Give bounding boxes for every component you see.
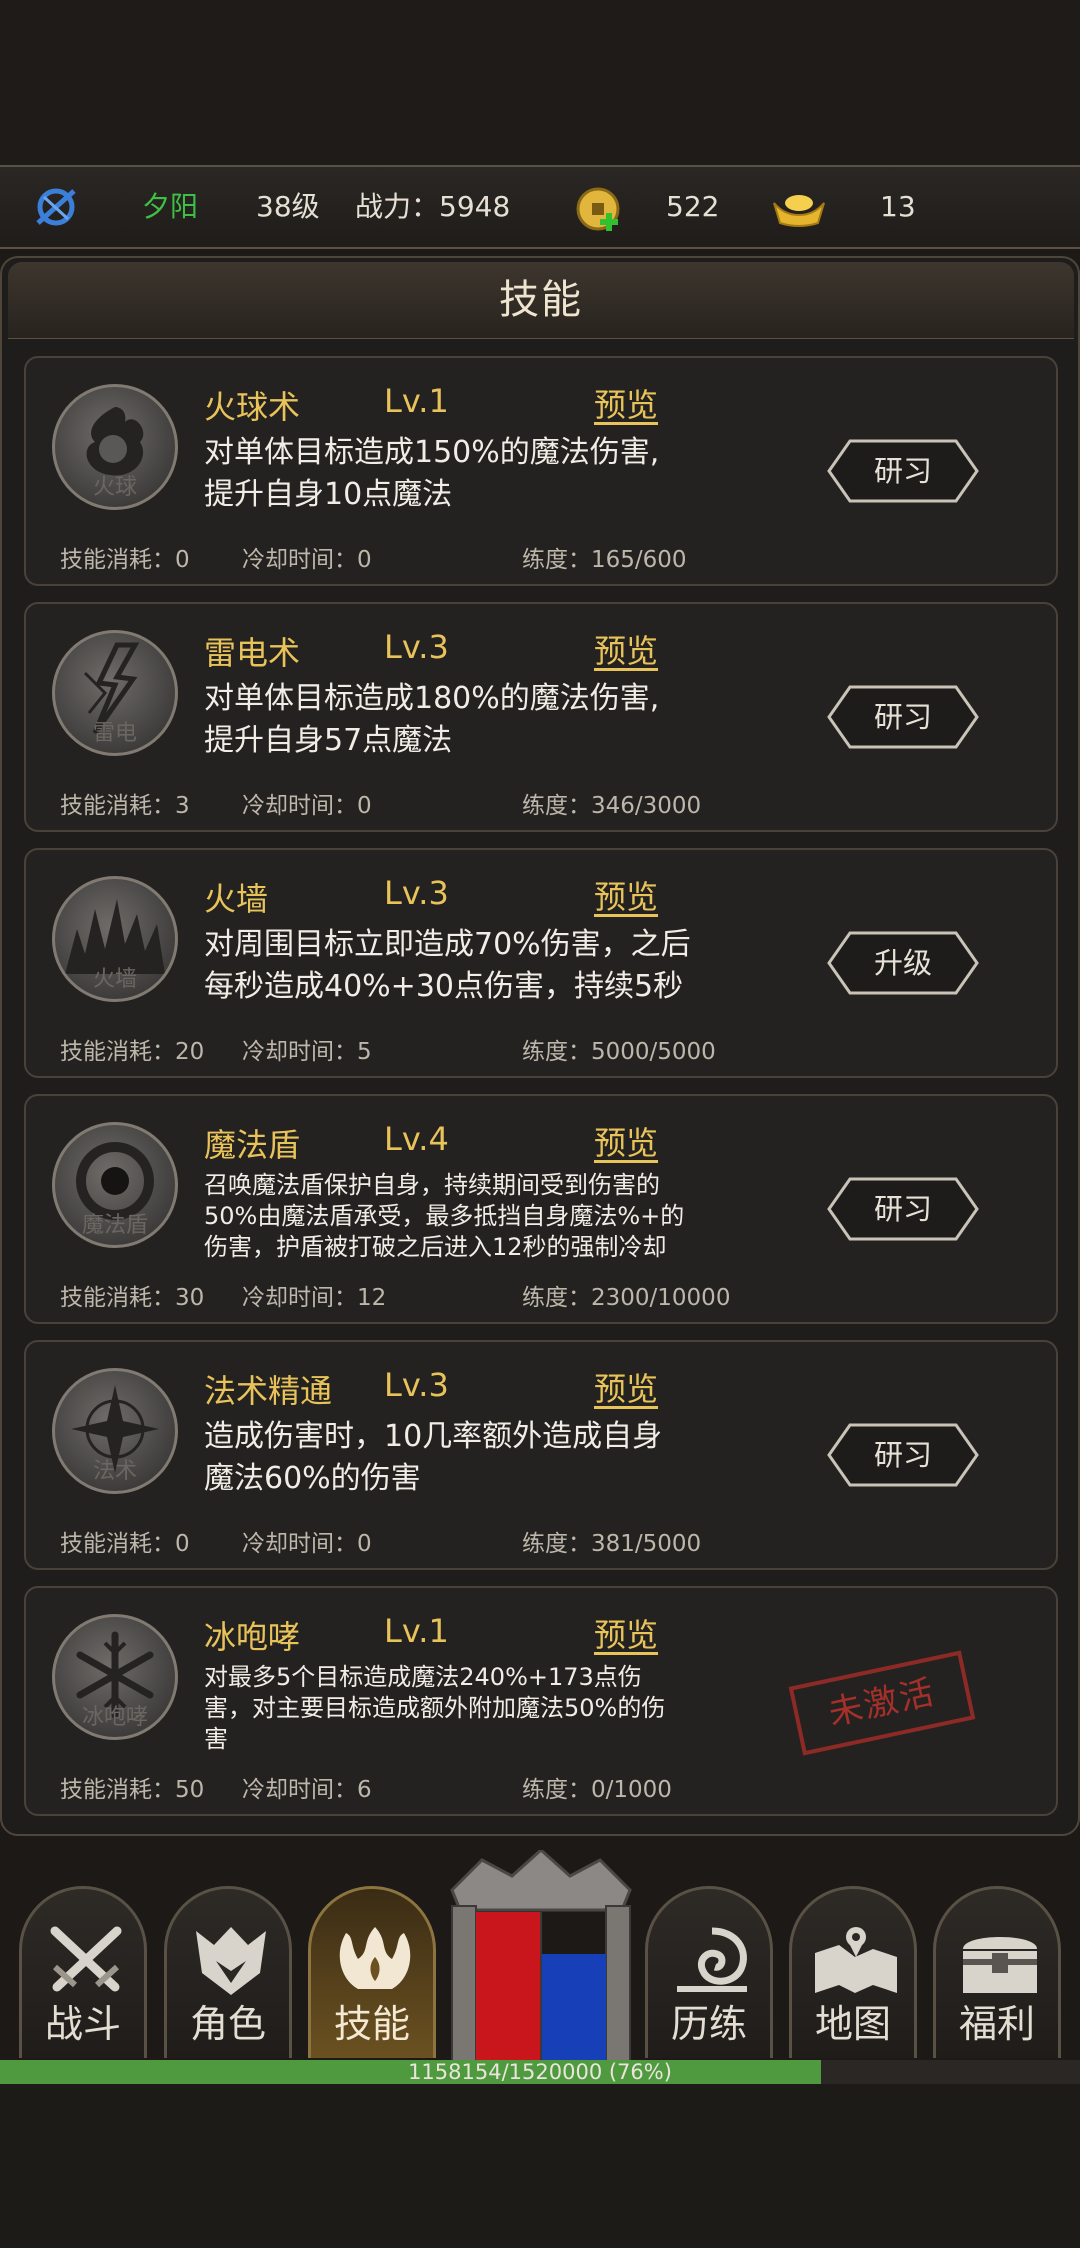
skill-cost: 技能消耗：3: [60, 793, 190, 819]
helmet-icon: [196, 1927, 266, 1995]
skill-cost: 技能消耗：0: [60, 1531, 190, 1557]
skill-card-ice-roar[interactable]: 冰咆哮 冰咆哮 Lv.1 预览 对最多5个目标造成魔法240%+173点伤 害，…: [24, 1586, 1058, 1816]
skill-description: 对单体目标造成150%的魔法伤害, 提升自身10点魔法: [204, 435, 660, 512]
skill-card-lightning[interactable]: 雷电 雷电术 Lv.3 预览 对单体目标造成180%的魔法伤害, 提升自身57点…: [24, 602, 1058, 832]
study-button[interactable]: 研习: [826, 1176, 980, 1242]
skill-name: 魔法盾: [204, 1126, 301, 1164]
study-button[interactable]: 研习: [826, 684, 980, 750]
fireball-icon: 火球: [52, 384, 178, 510]
experience-bar: 1158154/1520000 (76%): [0, 2060, 1080, 2084]
skill-proficiency: 练度：165/600: [522, 547, 687, 573]
map-icon: [815, 1927, 897, 1993]
blue-crest-icon[interactable]: [30, 183, 82, 231]
ingot-amount: 13: [880, 190, 916, 223]
skill-cooldown: 冷却时间：12: [242, 1285, 387, 1311]
hp-mp-gate-icon[interactable]: [442, 1847, 640, 2063]
study-button[interactable]: 研习: [826, 438, 980, 504]
skill-name: 冰咆哮: [204, 1618, 301, 1656]
skill-proficiency: 练度：0/1000: [522, 1777, 672, 1803]
skill-level: Lv.1: [384, 382, 449, 420]
skill-card-spell-mastery[interactable]: 法术 法术精通 Lv.3 预览 造成伤害时，10几率额外造成自身 魔法60%的伤…: [24, 1340, 1058, 1570]
nav-tab-welfare[interactable]: 福利: [933, 1886, 1061, 2058]
nav-tab-character[interactable]: 角色: [164, 1886, 292, 2058]
upgrade-button[interactable]: 升级: [826, 930, 980, 996]
firewall-icon: 火墙: [52, 876, 178, 1002]
nav-tab-training[interactable]: 历练: [645, 1886, 773, 2058]
skill-cost: 技能消耗：30: [60, 1285, 205, 1311]
flame-crest-icon: [339, 1927, 411, 1989]
skill-cost: 技能消耗：20: [60, 1039, 205, 1065]
skill-level: Lv.1: [384, 1612, 449, 1650]
player-level: 38级: [256, 190, 320, 223]
top-background: [0, 0, 1080, 165]
skill-proficiency: 练度：381/5000: [522, 1531, 702, 1557]
skill-name: 火墙: [204, 880, 269, 918]
skill-cooldown: 冷却时间：0: [242, 1531, 372, 1557]
preview-link[interactable]: 预览: [594, 1610, 658, 1656]
skill-cooldown: 冷却时间：0: [242, 793, 372, 819]
preview-link[interactable]: 预览: [594, 872, 658, 918]
experience-text: 1158154/1520000 (76%): [408, 2060, 672, 2084]
vortex-icon: [677, 1927, 747, 1992]
skill-description: 召唤魔法盾保护自身，持续期间受到伤害的 50%由魔法盾承受，最多抵挡自身魔法%+…: [204, 1171, 685, 1261]
nav-tab-battle[interactable]: 战斗: [19, 1886, 147, 2058]
skill-cost: 技能消耗：50: [60, 1777, 205, 1803]
bottom-background: [0, 2084, 1080, 2248]
skill-description: 对最多5个目标造成魔法240%+173点伤 害，对主要目标造成额外附加魔法50%…: [204, 1663, 666, 1753]
spell-mastery-icon: 法术: [52, 1368, 178, 1494]
skill-cooldown: 冷却时间：0: [242, 547, 372, 573]
skill-proficiency: 练度：5000/5000: [522, 1039, 716, 1065]
magic-shield-icon: 魔法盾: [52, 1122, 178, 1248]
skill-name: 法术精通: [204, 1372, 333, 1410]
player-status-bar: 夕阳 38级 战力：5948 522 13: [0, 165, 1080, 249]
ice-roar-icon: 冰咆哮: [52, 1614, 178, 1740]
skill-name: 雷电术: [204, 634, 301, 672]
panel-header: 技能: [8, 262, 1074, 339]
gold-ingot-icon: [773, 195, 825, 227]
study-button[interactable]: 研习: [826, 1422, 980, 1488]
preview-link[interactable]: 预览: [594, 380, 658, 426]
skills-panel: 技能 火球 火球术 Lv.1 预览 对单体目标造成150%的魔法伤害, 提升自身…: [0, 256, 1080, 1836]
coin-icon[interactable]: [574, 185, 626, 233]
nav-tab-skills[interactable]: 技能: [308, 1886, 436, 2058]
coin-amount: 522: [666, 190, 720, 223]
combat-power: 战力：5948: [355, 190, 511, 223]
skill-level: Lv.3: [384, 628, 449, 666]
skill-cooldown: 冷却时间：6: [242, 1777, 372, 1803]
panel-title: 技能: [499, 277, 583, 323]
skill-description: 对周围目标立即造成70%伤害，之后 每秒造成40%+30点伤害，持续5秒: [204, 927, 691, 1004]
skill-level: Lv.4: [384, 1120, 449, 1158]
preview-link[interactable]: 预览: [594, 626, 658, 672]
skill-name: 火球术: [204, 388, 301, 426]
preview-link[interactable]: 预览: [594, 1364, 658, 1410]
bottom-nav: 战斗 角色 技能 历练 地图 福利: [0, 1847, 1080, 2065]
skill-card-fireball[interactable]: 火球 火球术 Lv.1 预览 对单体目标造成150%的魔法伤害, 提升自身10点…: [24, 356, 1058, 586]
skill-proficiency: 练度：2300/10000: [522, 1285, 731, 1311]
player-name: 夕阳: [142, 190, 199, 223]
skill-card-firewall[interactable]: 火墙 火墙 Lv.3 预览 对周围目标立即造成70%伤害，之后 每秒造成40%+…: [24, 848, 1058, 1078]
nav-tab-map[interactable]: 地图: [789, 1886, 917, 2058]
skill-card-magic-shield[interactable]: 魔法盾 魔法盾 Lv.4 预览 召唤魔法盾保护自身，持续期间受到伤害的 50%由…: [24, 1094, 1058, 1324]
crossed-swords-icon: [50, 1926, 122, 1992]
skill-cost: 技能消耗：0: [60, 547, 190, 573]
skill-proficiency: 练度：346/3000: [522, 793, 702, 819]
skill-level: Lv.3: [384, 874, 449, 912]
skill-description: 对单体目标造成180%的魔法伤害, 提升自身57点魔法: [204, 681, 660, 758]
inactive-stamp: 未激活: [788, 1650, 976, 1756]
preview-link[interactable]: 预览: [594, 1118, 658, 1164]
treasure-chest-icon: [963, 1937, 1037, 1993]
skill-level: Lv.3: [384, 1366, 449, 1404]
skill-description: 造成伤害时，10几率额外造成自身 魔法60%的伤害: [204, 1419, 663, 1496]
lightning-icon: 雷电: [52, 630, 178, 756]
skill-cooldown: 冷却时间：5: [242, 1039, 372, 1065]
